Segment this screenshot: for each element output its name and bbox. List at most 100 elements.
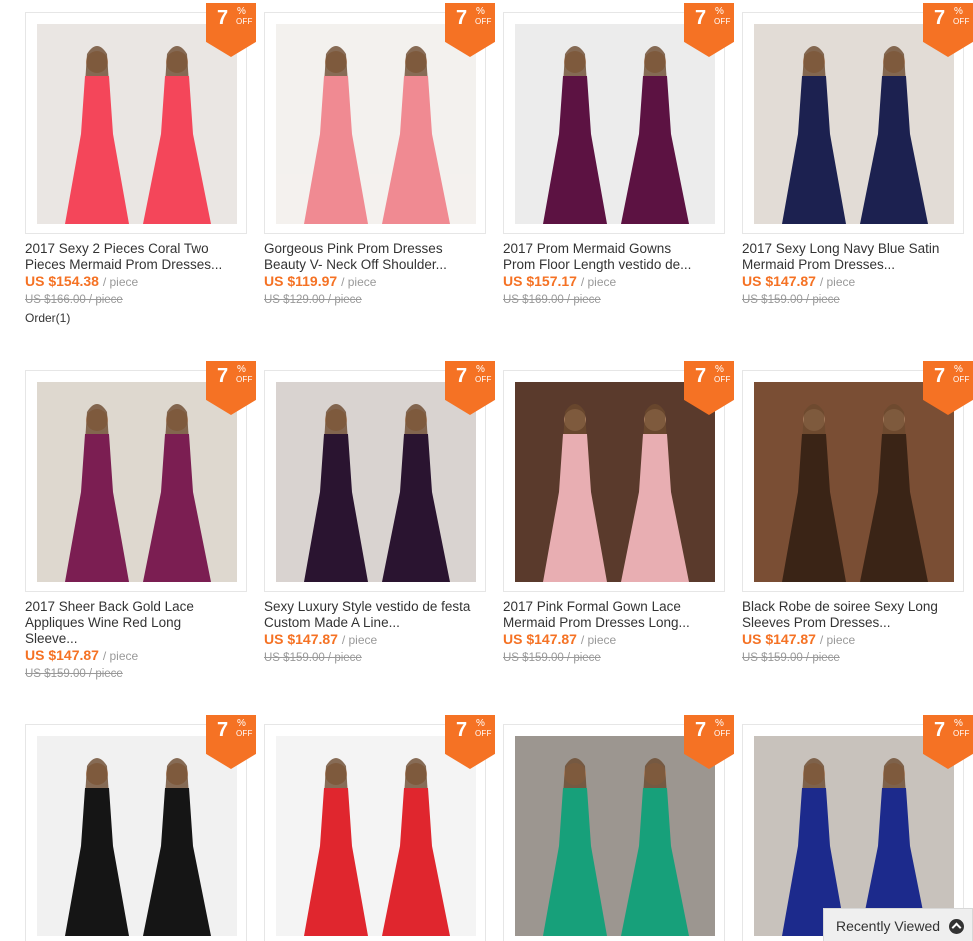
product-image-frame[interactable]: 7 % OFF [25, 3, 256, 234]
discount-number: 7 [456, 365, 468, 387]
product-price: US $147.87 / piece [742, 631, 855, 648]
product-title-line: Appliques Wine Red Long [25, 615, 182, 630]
discount-off-label: OFF [475, 375, 492, 384]
product-photo[interactable] [276, 736, 476, 936]
discount-percent-sign: % [237, 718, 246, 729]
product-image-frame[interactable]: 7 % OFF [264, 715, 495, 941]
discount-percent-sign: % [237, 6, 246, 17]
discount-percent-sign: % [715, 364, 724, 375]
product-title-line: 2017 Sexy 2 Pieces Coral Two [25, 241, 209, 256]
price-unit: / piece [819, 633, 856, 647]
original-price: US $159.00 / piece [742, 652, 840, 664]
product-image-frame[interactable]: 7 % OFF [25, 361, 256, 592]
product-title-line: Gorgeous Pink Prom Dresses [264, 241, 443, 256]
product-title-line: 2017 Sexy Long Navy Blue Satin [742, 241, 940, 256]
product-title-link[interactable]: Gorgeous Pink Prom Dresses Beauty V- Nec… [264, 241, 496, 273]
product-title-line: Pieces Mermaid Prom Dresses... [25, 257, 223, 272]
discount-off-label: OFF [953, 729, 970, 738]
product-title-line: Custom Made A Line... [264, 615, 400, 630]
discount-percent-sign: % [715, 6, 724, 17]
product-photo[interactable] [754, 24, 954, 224]
price-amount: US $147.87 [25, 647, 99, 663]
discount-number: 7 [456, 719, 468, 741]
product-photo[interactable] [37, 736, 237, 936]
product-photo[interactable] [515, 24, 715, 224]
price-amount: US $157.17 [503, 273, 577, 289]
product-title-link[interactable]: 2017 Pink Formal Gown Lace Mermaid Prom … [503, 599, 735, 631]
original-price: US $159.00 / piece [503, 652, 601, 664]
discount-number: 7 [217, 7, 229, 29]
discount-off-label: OFF [475, 729, 492, 738]
product-title-line: Sleeve... [25, 631, 78, 646]
discount-number: 7 [695, 719, 707, 741]
product-title-line: 2017 Pink Formal Gown Lace [503, 599, 681, 614]
original-price: US $159.00 / piece [25, 668, 123, 680]
discount-number: 7 [695, 365, 707, 387]
product-grid: 7 % OFF 2017 Sexy 2 Pieces Coral Two Pie… [0, 0, 973, 941]
discount-number: 7 [934, 365, 946, 387]
product-price: US $147.87 / piece [503, 631, 616, 648]
recently-viewed-label: Recently Viewed [836, 918, 941, 934]
product-photo[interactable] [276, 382, 476, 582]
product-photo[interactable] [515, 736, 715, 936]
product-title-line: Sleeves Prom Dresses... [742, 615, 891, 630]
product-price: US $147.87 / piece [25, 647, 138, 664]
discount-off-label: OFF [714, 17, 731, 26]
product-image-frame[interactable]: 7 % OFF [503, 3, 734, 234]
product-price: US $119.97 / piece [264, 273, 376, 290]
product-image-frame[interactable]: 7 % OFF [742, 361, 973, 592]
discount-off-label: OFF [475, 17, 492, 26]
price-amount: US $119.97 [264, 273, 338, 289]
discount-off-label: OFF [714, 375, 731, 384]
product-image-frame[interactable]: 7 % OFF [25, 715, 256, 941]
discount-off-label: OFF [236, 729, 253, 738]
product-image-frame[interactable]: 7 % OFF [264, 3, 495, 234]
product-title-link[interactable]: Black Robe de soiree Sexy Long Sleeves P… [742, 599, 973, 631]
product-photo[interactable] [37, 382, 237, 582]
product-photo[interactable] [754, 736, 954, 936]
product-title-line: Sexy Luxury Style vestido de festa [264, 599, 471, 614]
product-title-link[interactable]: 2017 Sexy 2 Pieces Coral Two Pieces Merm… [25, 241, 257, 273]
product-image-frame[interactable]: 7 % OFF [742, 3, 973, 234]
discount-percent-sign: % [476, 364, 485, 375]
chevron-up-icon[interactable] [949, 919, 964, 934]
product-title-line: 2017 Prom Mermaid Gowns [503, 241, 672, 256]
product-photo[interactable] [37, 24, 237, 224]
original-price: US $159.00 / piece [742, 294, 840, 306]
original-price: US $169.00 / piece [503, 294, 601, 306]
price-unit: / piece [341, 275, 377, 289]
price-unit: / piece [580, 275, 617, 289]
product-title-line: Beauty V- Neck Off Shoulder... [264, 257, 447, 272]
product-image-frame[interactable]: 7 % OFF [503, 361, 734, 592]
discount-percent-sign: % [954, 364, 963, 375]
product-image-frame[interactable]: 7 % OFF [264, 361, 495, 592]
discount-number: 7 [934, 7, 946, 29]
product-title-link[interactable]: 2017 Sexy Long Navy Blue Satin Mermaid P… [742, 241, 973, 273]
product-price: US $154.38 / piece [25, 273, 138, 290]
recently-viewed-bar[interactable]: Recently Viewed [823, 908, 973, 941]
product-title-line: Mermaid Prom Dresses Long... [503, 615, 690, 630]
product-title-line: Black Robe de soiree Sexy Long [742, 599, 938, 614]
product-photo[interactable] [515, 382, 715, 582]
discount-off-label: OFF [236, 17, 253, 26]
product-title-link[interactable]: 2017 Prom Mermaid Gowns Prom Floor Lengt… [503, 241, 735, 273]
price-amount: US $147.87 [503, 631, 577, 647]
product-title-line: Prom Floor Length vestido de... [503, 257, 692, 272]
discount-percent-sign: % [954, 6, 963, 17]
discount-off-label: OFF [236, 375, 253, 384]
discount-number: 7 [456, 7, 468, 29]
product-price: US $147.87 / piece [742, 273, 855, 290]
product-photo[interactable] [276, 24, 476, 224]
price-unit: / piece [341, 633, 378, 647]
original-price: US $129.00 / piece [264, 294, 362, 306]
discount-off-label: OFF [953, 375, 970, 384]
discount-number: 7 [695, 7, 707, 29]
product-title-link[interactable]: 2017 Sheer Back Gold Lace Appliques Wine… [25, 599, 257, 647]
product-title-link[interactable]: Sexy Luxury Style vestido de festa Custo… [264, 599, 496, 631]
price-unit: / piece [580, 633, 617, 647]
price-amount: US $147.87 [742, 273, 816, 289]
product-image-frame[interactable]: 7 % OFF [503, 715, 734, 941]
product-photo[interactable] [754, 382, 954, 582]
product-price: US $157.17 / piece [503, 273, 616, 290]
product-price: US $147.87 / piece [264, 631, 377, 648]
